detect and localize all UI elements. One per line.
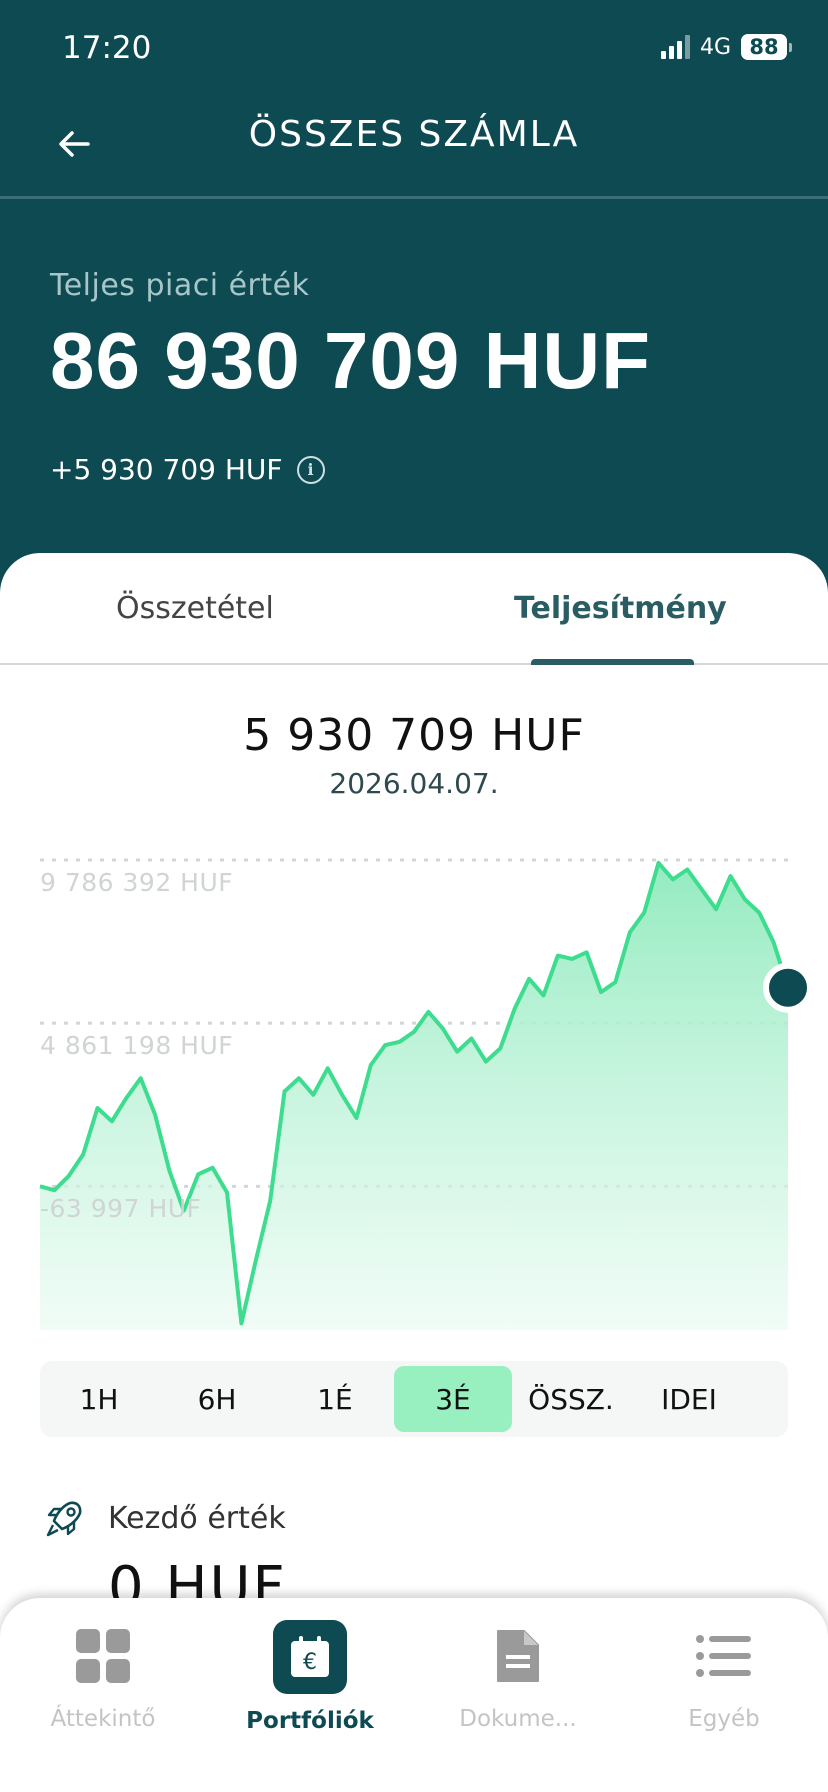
nav-portfolios-label: Portfóliók: [246, 1708, 374, 1734]
battery-level: 88: [741, 34, 787, 60]
nav-documents[interactable]: Dokume...: [428, 1620, 608, 1732]
performance-value: 5 930 709 HUF: [243, 710, 585, 761]
info-icon[interactable]: i: [296, 455, 325, 484]
range-all[interactable]: ÖSSZ.: [512, 1366, 630, 1432]
rocket-icon: [46, 1501, 82, 1537]
network-label: 4G: [699, 34, 731, 60]
battery-icon: 88: [741, 34, 792, 60]
tab-composition[interactable]: Összetétel: [116, 591, 274, 626]
grid-icon: [67, 1620, 139, 1692]
nav-more-label: Egyéb: [688, 1706, 760, 1732]
nav-documents-label: Dokume...: [459, 1706, 577, 1732]
list-icon: [688, 1620, 760, 1692]
tab-performance[interactable]: Teljesítmény: [514, 591, 727, 626]
status-bar: 17:20 4G 88: [0, 0, 828, 100]
market-value-summary: Teljes piaci érték 86 930 709 HUF +5 930…: [50, 268, 651, 486]
bottom-navigation: Áttekintő € Portfóliók Dokume... Egyéb: [0, 1598, 828, 1792]
performance-chart[interactable]: 9 786 392 HUF 4 861 198 HUF -63 997 HUF: [0, 830, 828, 1330]
range-6h[interactable]: 6H: [158, 1366, 276, 1432]
tab-bar: Összetétel Teljesítmény: [0, 553, 828, 665]
status-time: 17:20: [62, 30, 152, 66]
market-value-change: +5 930 709 HUF i: [50, 453, 651, 486]
svg-text:€: €: [303, 1650, 317, 1675]
time-range-selector: 1H 6H 1É 3É ÖSSZ. IDEI: [40, 1361, 788, 1437]
range-ytd[interactable]: IDEI: [630, 1366, 748, 1432]
active-tab-indicator: [531, 659, 694, 665]
chart-area-fill: [40, 862, 788, 1330]
market-value-label: Teljes piaci érték: [50, 268, 310, 303]
nav-more[interactable]: Egyéb: [634, 1620, 814, 1732]
y-tick-label: -63 997 HUF: [40, 1194, 202, 1224]
page-title: ÖSSZES SZÁMLA: [248, 114, 580, 155]
performance-date: 2026.04.07.: [329, 767, 499, 800]
range-1y[interactable]: 1É: [276, 1366, 394, 1432]
header-divider: [0, 196, 828, 199]
market-value-amount: 86 930 709 HUF: [50, 316, 652, 405]
start-value-row: Kezdő érték: [44, 1497, 286, 1539]
start-value-label: Kezdő érték: [108, 1500, 286, 1536]
nav-overview-label: Áttekintő: [50, 1706, 156, 1732]
chart-current-point[interactable]: [763, 962, 813, 1013]
euro-calendar-icon: €: [273, 1620, 347, 1694]
nav-portfolios[interactable]: € Portfóliók: [220, 1620, 400, 1734]
change-amount: +5 930 709 HUF: [50, 453, 283, 486]
y-tick-label: 9 786 392 HUF: [40, 868, 234, 897]
signal-icon: [660, 35, 690, 59]
status-indicators: 4G 88: [660, 34, 792, 60]
document-icon: [482, 1620, 554, 1692]
chart-canvas: [39, 858, 813, 1330]
range-1h[interactable]: 1H: [40, 1366, 158, 1432]
nav-overview[interactable]: Áttekintő: [13, 1620, 193, 1732]
top-bar: ÖSSZES SZÁMLA: [0, 100, 828, 199]
range-3y[interactable]: 3É: [394, 1366, 512, 1432]
y-tick-label: 4 861 198 HUF: [40, 1031, 234, 1061]
